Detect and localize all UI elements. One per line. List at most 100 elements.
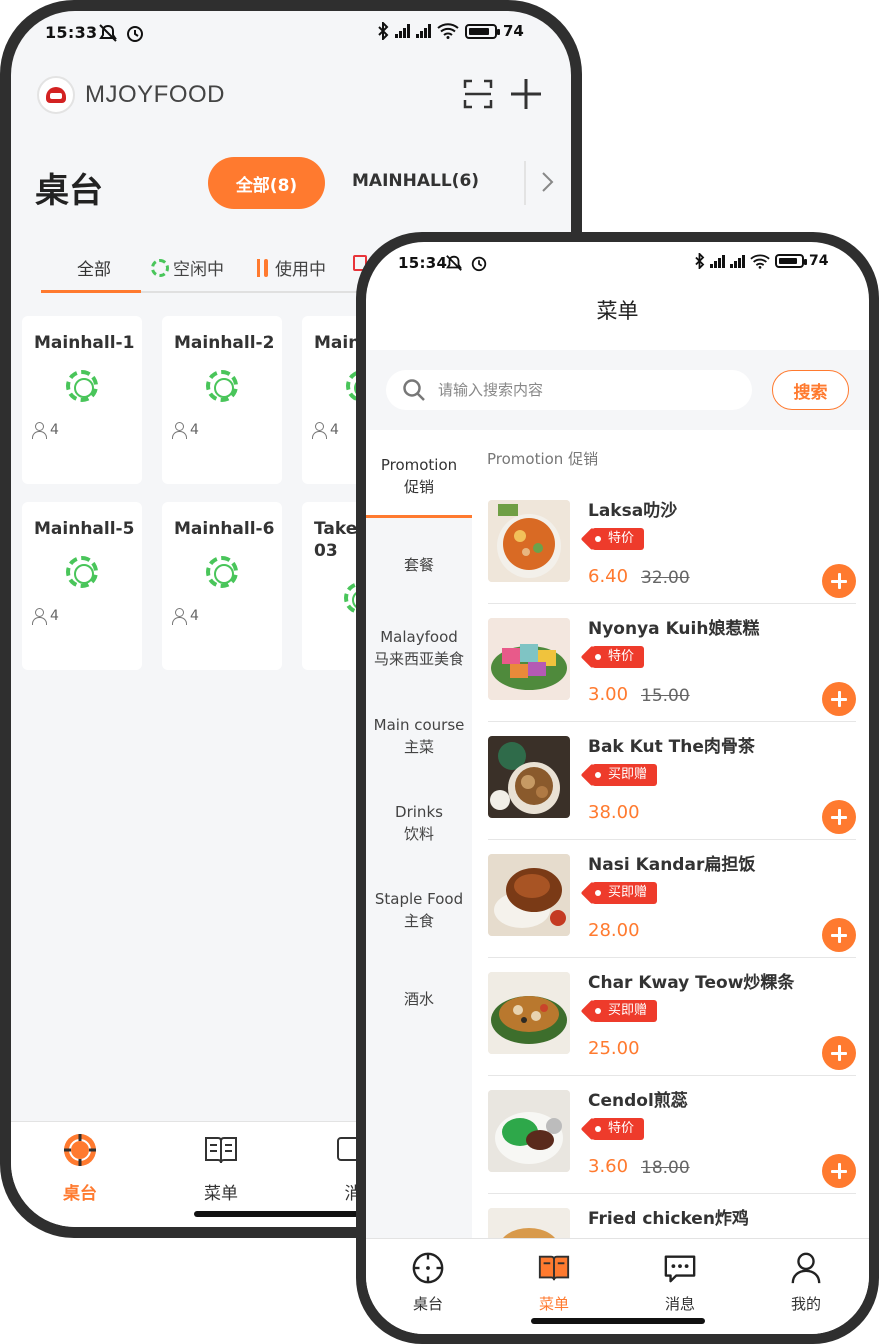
page-title: 桌台 (35, 171, 103, 211)
category-label-en: Promotion (380, 456, 458, 474)
tab-menu[interactable]: 菜单 (514, 1251, 594, 1314)
idle-table-icon (206, 370, 238, 402)
tab-messages[interactable]: 消息 (640, 1251, 720, 1314)
bluetooth-icon (695, 253, 705, 269)
food-photo-laksa (488, 500, 570, 582)
promo-tag: 特价 (592, 646, 645, 668)
table-card[interactable]: Mainhall-5 4 (22, 502, 142, 670)
add-to-cart-button[interactable] (822, 800, 856, 834)
category-liquor[interactable]: 酒水 (366, 988, 472, 1010)
category-promotion[interactable]: Promotion 促销 (366, 430, 472, 516)
table-name: Mainhall-1 (34, 333, 135, 353)
item-name: Char Kway Teow炒粿条 (588, 973, 795, 993)
status-bar: 15:34 74 (366, 242, 869, 286)
tables-tab-icon (64, 1134, 96, 1166)
home-indicator[interactable] (194, 1211, 374, 1217)
category-label-cn: 促销 (403, 478, 434, 496)
menu-item[interactable]: Bak Kut The肉骨茶 买即赠 38.00 (488, 722, 856, 840)
battery-level: 74 (809, 253, 829, 269)
person-icon (312, 422, 327, 439)
scan-icon[interactable] (463, 79, 493, 109)
person-icon (32, 422, 47, 439)
table-seats: 4 (172, 422, 199, 439)
menu-item[interactable]: Nasi Kandar扁担饭 买即赠 28.00 (488, 840, 856, 958)
add-icon[interactable] (509, 77, 543, 111)
item-price: 25.00 (588, 1038, 640, 1059)
add-to-cart-button[interactable] (822, 1036, 856, 1070)
table-seats: 4 (172, 608, 199, 625)
wifi-icon (750, 253, 770, 269)
menu-item[interactable]: Laksa叻沙 特价 6.40 32.00 (488, 486, 856, 604)
tab-profile[interactable]: 我的 (766, 1251, 846, 1314)
message-icon (664, 1255, 696, 1283)
item-price: 3.00 (588, 684, 629, 705)
promo-tag: 买即赠 (592, 1000, 658, 1022)
chevron-right-icon[interactable] (537, 169, 557, 195)
table-card[interactable]: Mainhall-2 4 (162, 316, 282, 484)
category-label-cn: 马来西亚美食 (373, 650, 464, 668)
filter-tab-in-use[interactable]: 使用中 (255, 255, 326, 280)
table-card[interactable]: Mainhall-6 4 (162, 502, 282, 670)
category-malayfood[interactable]: Malayfood 马来西亚美食 (366, 626, 472, 670)
table-seats: 4 (32, 608, 59, 625)
menu-item[interactable]: Cendol煎蕊 特价 3.60 18.00 (488, 1076, 856, 1194)
promo-tag: 特价 (592, 528, 645, 550)
category-label-en: Drinks (395, 803, 443, 821)
item-name: Bak Kut The肉骨茶 (588, 737, 755, 757)
area-chip-all[interactable]: 全部(8) (208, 157, 325, 209)
area-chip-mainhall[interactable]: MAINHALL(6) (352, 171, 479, 191)
table-name: Mainhall-5 (34, 519, 135, 539)
tab-tables[interactable]: 桌台 (40, 1132, 120, 1204)
menu-screen: 15:34 74 菜单 搜 (366, 242, 869, 1334)
active-category-indicator (366, 515, 472, 518)
add-to-cart-button[interactable] (822, 918, 856, 952)
category-set-meal[interactable]: 套餐 (366, 554, 472, 576)
promo-tag-label: 特价 (608, 1121, 635, 1136)
category-label-en: 套餐 (403, 556, 434, 574)
category-label-en: Main course (373, 716, 465, 734)
mute-icon (446, 255, 462, 271)
active-tab-indicator (41, 290, 141, 293)
item-original-price: 18.00 (641, 1158, 690, 1178)
filter-tab-all-label: 全部 (77, 260, 111, 280)
table-seats: 4 (312, 422, 339, 439)
add-to-cart-button[interactable] (822, 682, 856, 716)
item-price: 6.40 (588, 566, 629, 587)
tab-profile-label: 我的 (790, 1295, 821, 1313)
food-photo-cendol (488, 1090, 570, 1172)
category-drinks[interactable]: Drinks 饮料 (366, 801, 472, 845)
table-name: Mainhall-6 (174, 519, 275, 539)
home-indicator[interactable] (531, 1318, 705, 1324)
add-to-cart-button[interactable] (822, 1154, 856, 1188)
food-photo-kuih (488, 618, 570, 700)
section-header: Promotion 促销 (487, 450, 599, 468)
filter-tab-all[interactable]: 全部 (77, 255, 111, 280)
filter-tab-idle[interactable]: 空闲中 (151, 255, 224, 280)
menu-item[interactable]: Nyonya Kuih娘惹糕 特价 3.00 15.00 (488, 604, 856, 722)
bluetooth-icon (378, 22, 389, 40)
category-staple-food[interactable]: Staple Food 主食 (366, 888, 472, 932)
mute-icon (99, 24, 117, 42)
filter-tab-idle-label: 空闲中 (173, 260, 224, 280)
promo-tag-label: 买即赠 (608, 885, 648, 900)
tab-menu[interactable]: 菜单 (181, 1132, 261, 1204)
table-card[interactable]: Mainhall-1 4 (22, 316, 142, 484)
item-name: Cendol煎蕊 (588, 1091, 688, 1111)
signal-icon (710, 254, 725, 268)
category-main-course[interactable]: Main course 主菜 (366, 714, 472, 758)
page-title: 菜单 (596, 299, 639, 323)
fork-knife-icon (255, 258, 271, 277)
category-sidebar: Promotion 促销 套餐 Malayfood 马来西亚美食 Main co… (366, 430, 472, 1238)
status-right: 74 (694, 253, 828, 269)
search-box[interactable] (386, 370, 752, 410)
menu-item[interactable]: Char Kway Teow炒粿条 买即赠 25.00 (488, 958, 856, 1076)
add-to-cart-button[interactable] (822, 564, 856, 598)
search-input[interactable] (438, 376, 738, 404)
status-time: 15:33 (45, 23, 98, 42)
brand-name: MJOYFOOD (85, 81, 225, 108)
search-button[interactable]: 搜索 (772, 370, 849, 410)
promo-tag: 买即赠 (592, 882, 658, 904)
idle-table-icon (206, 556, 238, 588)
tab-tables[interactable]: 桌台 (388, 1251, 468, 1314)
table-name: Mainhall-2 (174, 333, 275, 353)
